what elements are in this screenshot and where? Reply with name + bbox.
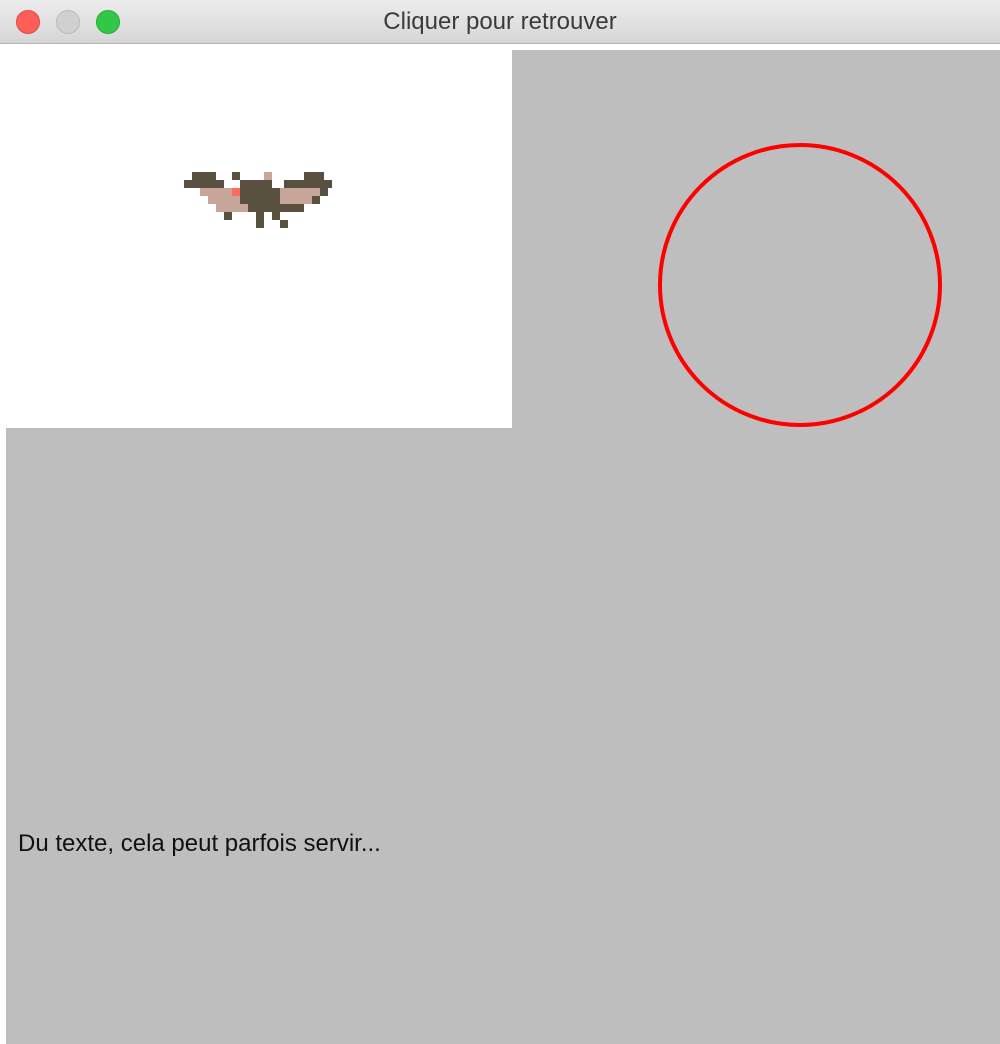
bat-icon — [184, 172, 332, 228]
window-title: Cliquer pour retrouver — [383, 8, 617, 35]
app-window: Cliquer pour retrouver Du texte, cela pe… — [0, 0, 1000, 1044]
canvas-text: Du texte, cela peut parfois servir... — [18, 830, 381, 857]
title-bar[interactable]: Cliquer pour retrouver — [0, 0, 1000, 44]
drawing-canvas[interactable]: Du texte, cela peut parfois servir... — [6, 50, 1000, 1044]
target-circle[interactable] — [656, 141, 944, 434]
sprite-panel — [6, 50, 512, 428]
bat-sprite[interactable] — [184, 172, 332, 243]
circle-shape — [658, 143, 942, 427]
